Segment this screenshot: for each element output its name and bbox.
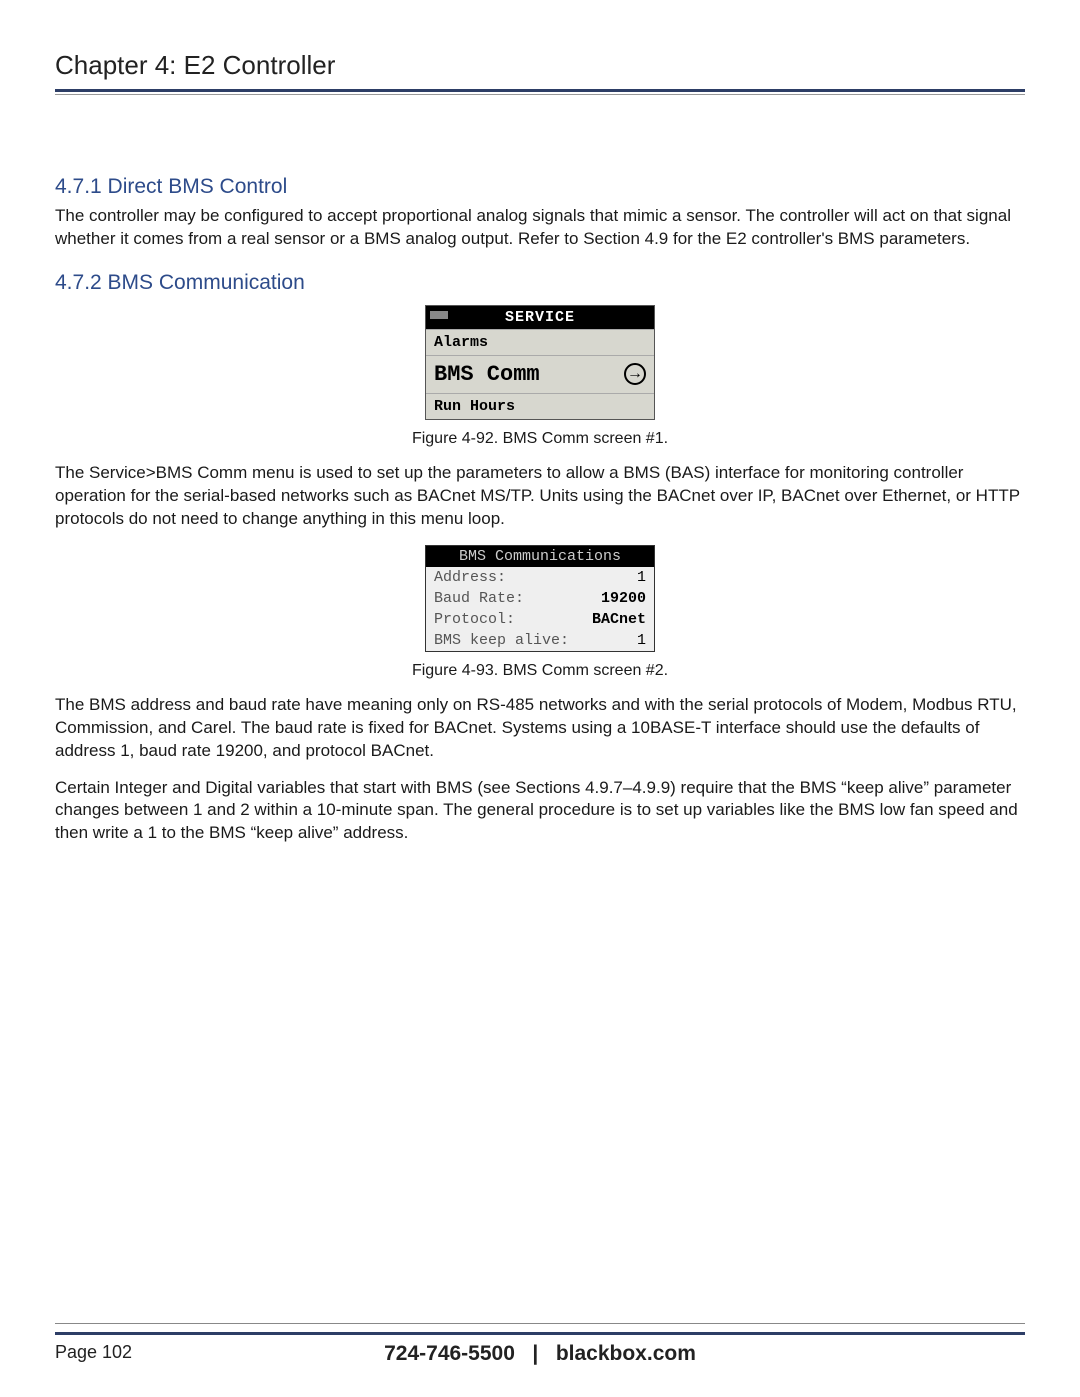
footer-page-number: Page 102 [55,1342,132,1363]
page-footer: Page 102 724-746-5500 | blackbox.com [55,1323,1025,1363]
lcd-screen-1: SERVICE Alarms BMS Comm → Run Hours [425,305,655,420]
lcd1-row-alarms[interactable]: Alarms [426,329,654,355]
figure-92-caption: Figure 4-92. BMS Comm screen #1. [55,430,1025,448]
title-rule-thick [55,89,1025,92]
arrow-right-icon: → [624,363,646,385]
lcd1-bms-comm-label: BMS Comm [434,362,540,387]
chapter-title: Chapter 4: E2 Controller [55,50,1025,81]
paragraph-471: The controller may be configured to acce… [55,205,1025,251]
lcd-screen-2: BMS Communications Address: 1 Baud Rate:… [425,545,655,652]
lcd2-row-baud[interactable]: Baud Rate: 19200 [426,588,654,609]
document-page: Chapter 4: E2 Controller 4.7.1 Direct BM… [0,0,1080,1397]
lcd2-header: BMS Communications [426,546,654,567]
figure-93: BMS Communications Address: 1 Baud Rate:… [55,545,1025,652]
lcd2-keepalive-value: 1 [637,632,646,649]
footer-contact: 724-746-5500 | blackbox.com [384,1342,696,1366]
lcd2-baud-label: Baud Rate: [434,590,524,607]
lcd2-row-keepalive[interactable]: BMS keep alive: 1 [426,630,654,651]
title-rule-thin [55,94,1025,95]
lcd2-protocol-value: BACnet [592,611,646,628]
figure-93-caption: Figure 4-93. BMS Comm screen #2. [55,662,1025,680]
paragraph-after-fig93-1: The BMS address and baud rate have meani… [55,694,1025,763]
lcd2-row-protocol[interactable]: Protocol: BACnet [426,609,654,630]
lcd2-baud-value: 19200 [601,590,646,607]
lcd2-address-value: 1 [637,569,646,586]
lcd1-row-bms-comm[interactable]: BMS Comm → [426,355,654,393]
lcd2-protocol-label: Protocol: [434,611,515,628]
footer-spacer [1020,1342,1025,1363]
footer-site: blackbox.com [556,1342,696,1365]
lcd1-row-run-hours[interactable]: Run Hours [426,393,654,419]
lcd2-address-label: Address: [434,569,506,586]
paragraph-after-fig92: The Service>BMS Comm menu is used to set… [55,462,1025,531]
lcd2-row-address[interactable]: Address: 1 [426,567,654,588]
footer-phone: 724-746-5500 [384,1342,515,1365]
paragraph-after-fig93-2: Certain Integer and Digital variables th… [55,777,1025,846]
lcd2-keepalive-label: BMS keep alive: [434,632,569,649]
section-heading-472: 4.7.2 BMS Communication [55,271,1025,295]
figure-92: SERVICE Alarms BMS Comm → Run Hours [55,305,1025,420]
footer-separator: | [532,1342,538,1365]
lcd1-header: SERVICE [426,306,654,329]
section-heading-471: 4.7.1 Direct BMS Control [55,175,1025,199]
